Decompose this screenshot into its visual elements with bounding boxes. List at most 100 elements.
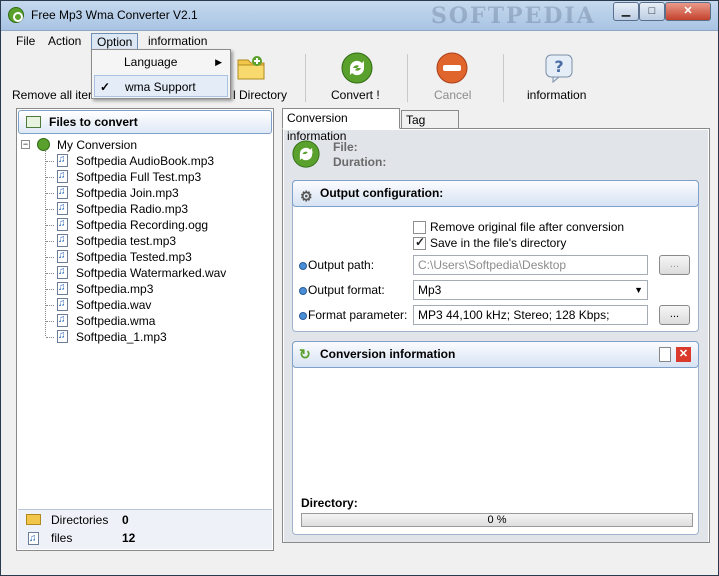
audio-file-icon	[28, 530, 39, 547]
svg-text:?: ?	[554, 57, 563, 76]
menu-option[interactable]: Option	[91, 33, 139, 50]
tree-line	[46, 257, 54, 258]
conversion-info-header: ↻ Conversion information ✕	[292, 341, 699, 368]
tree-line	[46, 193, 54, 194]
window-title: Free Mp3 Wma Converter V2.1	[31, 8, 198, 22]
tree-line	[46, 273, 54, 274]
conversion-info-section: ↻ Conversion information ✕ Directory: 0 …	[292, 341, 699, 535]
title-bar[interactable]: Free Mp3 Wma Converter V2.1 SOFTPEDIA ▁ …	[1, 1, 718, 31]
output-config-section: ⚙ Output configuration: Remove original …	[292, 180, 699, 332]
duration-label: Duration:	[333, 155, 387, 169]
tab-conversion-information[interactable]: Conversion information	[282, 108, 400, 143]
refresh-icon: ↻	[299, 346, 311, 362]
close-log-icon[interactable]: ✕	[676, 347, 691, 362]
files-count: 12	[122, 531, 136, 545]
files-panel-header: Files to convert	[18, 110, 272, 134]
file-name: Softpedia Radio.mp3	[76, 202, 189, 216]
folder-icon	[26, 514, 41, 525]
files-panel: Files to convert − My Conversion Softped…	[16, 108, 274, 551]
app-window: Free Mp3 Wma Converter V2.1 SOFTPEDIA ▁ …	[0, 0, 719, 576]
audio-file-icon	[57, 264, 68, 280]
directory-label: Directory:	[301, 496, 358, 510]
audio-file-icon	[57, 280, 68, 296]
help-icon: ?	[543, 52, 575, 84]
add-directory-button[interactable]: l Directory	[231, 50, 295, 106]
check-icon: ✓	[100, 80, 111, 94]
audio-file-icon	[57, 248, 68, 264]
audio-file-icon	[57, 296, 68, 312]
file-name: Softpedia AudioBook.mp3	[76, 154, 215, 168]
file-name: Softpedia Join.mp3	[76, 186, 179, 200]
audio-file-icon	[57, 232, 68, 248]
information-button[interactable]: ? information	[521, 50, 599, 106]
tree-root-label: My Conversion	[57, 138, 138, 152]
remove-original-label: Remove original file after conversion	[430, 220, 625, 234]
toolbar-separator	[503, 54, 504, 102]
file-info-area: File: Duration:	[284, 130, 708, 180]
menu-information[interactable]: information	[143, 33, 212, 50]
tree-line	[46, 337, 54, 338]
tree-line	[46, 289, 54, 290]
gear-icon: ⚙	[300, 188, 313, 204]
submenu-arrow-icon: ▶	[215, 57, 222, 67]
watermark: SOFTPEDIA	[431, 3, 596, 29]
remove-all-button[interactable]: Remove all iter	[5, 50, 92, 106]
file-name: Softpedia_1.mp3	[76, 330, 167, 344]
cancel-icon	[436, 52, 468, 84]
folder-icon	[235, 52, 267, 84]
tab-tag-editor[interactable]: Tag Editor	[401, 110, 459, 145]
audio-file-icon	[57, 200, 68, 216]
cancel-button[interactable]: Cancel	[419, 50, 485, 106]
output-path-input[interactable]: C:\Users\Softpedia\Desktop	[413, 255, 648, 275]
tree-line	[46, 305, 54, 306]
tree-line	[46, 241, 54, 242]
convert-button[interactable]: Convert !	[323, 50, 393, 106]
toolbar-separator	[407, 54, 408, 102]
add-directory-label: l Directory	[233, 88, 288, 102]
file-name: Softpedia Tested.mp3	[76, 250, 192, 264]
conversion-tab-page: File: Duration: ⚙ Output configuration: …	[282, 128, 710, 543]
chevron-down-icon: ▼	[634, 285, 643, 295]
tree-line	[46, 209, 54, 210]
audio-file-icon	[57, 216, 68, 232]
output-config-header: ⚙ Output configuration:	[292, 180, 699, 207]
language-label: Language	[124, 55, 178, 69]
close-button[interactable]: ✕	[665, 2, 711, 21]
directories-label: Directories	[51, 513, 109, 527]
right-pane: Conversion information Tag Editor File: …	[282, 108, 710, 544]
save-in-dir-checkbox[interactable]	[413, 235, 426, 250]
audio-file-icon	[57, 184, 68, 200]
information-label: information	[527, 88, 587, 102]
tree-line	[45, 151, 46, 336]
files-panel-title: Files to convert	[49, 115, 138, 129]
app-icon	[8, 7, 24, 23]
clear-log-icon[interactable]	[659, 347, 671, 362]
output-format-select[interactable]: Mp3 ▼	[413, 280, 648, 300]
audio-file-icon	[57, 152, 68, 168]
files-label: files	[51, 531, 73, 545]
file-name: Softpedia test.mp3	[76, 234, 177, 248]
file-name: Softpedia Watermarked.wav	[76, 266, 227, 280]
remove-original-checkbox[interactable]	[413, 221, 426, 234]
format-parameter-button[interactable]: ...	[659, 305, 690, 325]
format-parameter-label: Format parameter:	[298, 308, 408, 322]
maximize-button[interactable]: □	[639, 2, 665, 21]
wma-support-label: wma Support	[125, 80, 196, 94]
menu-file[interactable]: File	[11, 33, 40, 50]
output-path-label: Output path:	[298, 258, 375, 272]
format-parameter-input[interactable]: MP3 44,100 kHz; Stereo; 128 Kbps;	[413, 305, 648, 325]
conversion-info-title: Conversion information	[320, 347, 456, 361]
menu-item-wma-support[interactable]: ✓ wma Support	[94, 75, 228, 97]
minimize-button[interactable]: ▁	[613, 2, 639, 21]
browse-path-button[interactable]: ...	[659, 255, 690, 275]
menu-bar: File Action Option information	[5, 32, 714, 50]
audio-file-icon	[57, 168, 68, 184]
menu-action[interactable]: Action	[43, 33, 86, 50]
collapse-icon[interactable]: −	[21, 140, 30, 149]
convert-icon	[341, 52, 373, 84]
menu-item-language[interactable]: Language ▶	[94, 51, 228, 73]
stats-bar: Directories 0 files 12	[18, 509, 272, 549]
output-format-label: Output format:	[299, 283, 385, 297]
conversion-progress-bar: 0 %	[301, 513, 693, 527]
cancel-label: Cancel	[434, 88, 472, 102]
